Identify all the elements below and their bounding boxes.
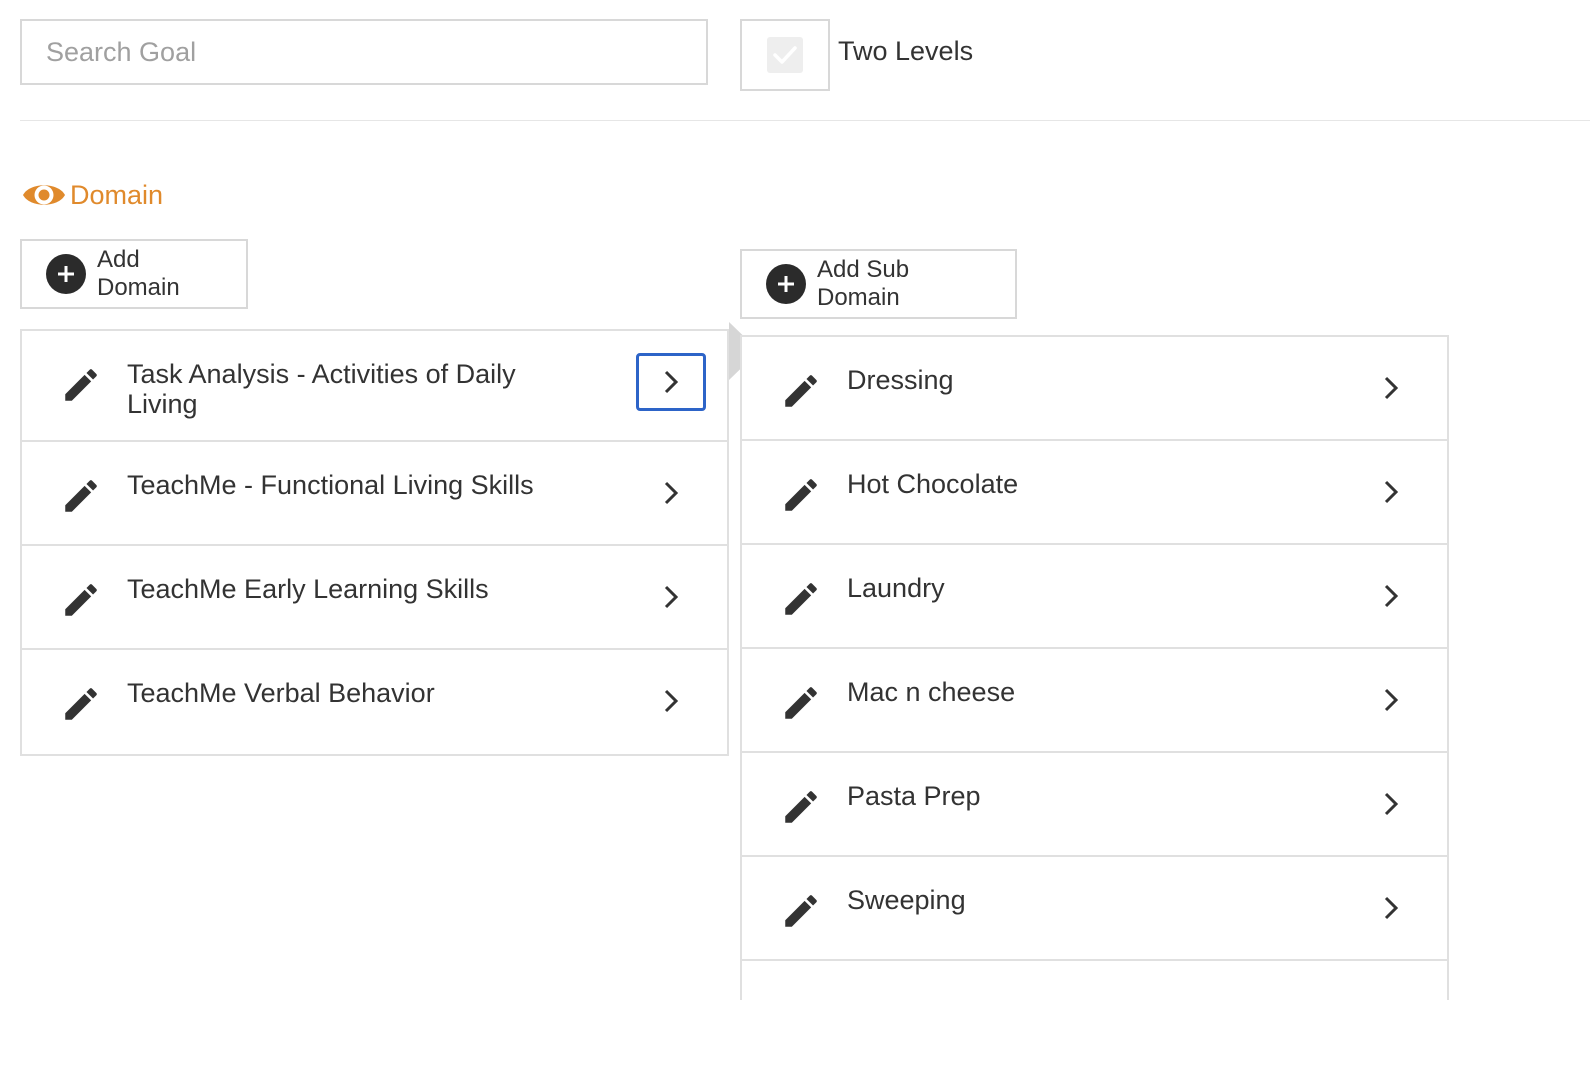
- divider: [20, 120, 1590, 121]
- chevron-right-icon: [664, 481, 679, 505]
- two-levels-label: Two Levels: [838, 36, 974, 66]
- pencil-icon[interactable]: [780, 786, 822, 828]
- chevron-right-icon: [664, 585, 679, 609]
- sub-domain-list: Dressing Hot Chocolate Laundry Mac n che…: [740, 335, 1449, 1000]
- open-domain-button[interactable]: [636, 568, 706, 626]
- open-sub-domain-button[interactable]: [1356, 879, 1426, 937]
- sub-domain-list-item[interactable]: Sweeping: [742, 857, 1447, 961]
- chevron-right-icon: [1384, 792, 1399, 816]
- pencil-icon[interactable]: [780, 578, 822, 620]
- add-domain-button[interactable]: Add Domain: [20, 239, 248, 309]
- domain-list-item[interactable]: TeachMe - Functional Living Skills: [22, 442, 727, 546]
- domain-label: TeachMe - Functional Living Skills: [127, 470, 534, 500]
- chevron-right-icon: [664, 370, 679, 394]
- pencil-icon[interactable]: [780, 474, 822, 516]
- sub-domain-label: Mac n cheese: [847, 677, 1016, 707]
- pencil-icon[interactable]: [780, 370, 822, 412]
- sub-domain-list-item[interactable]: [742, 961, 1447, 1065]
- sub-domain-label: Pasta Prep: [847, 781, 981, 811]
- pencil-icon[interactable]: [60, 683, 102, 725]
- domain-list-item[interactable]: TeachMe Early Learning Skills: [22, 546, 727, 650]
- search-goal-field[interactable]: [20, 19, 708, 85]
- add-sub-domain-button[interactable]: Add Sub Domain: [740, 249, 1017, 319]
- sub-domain-label: Laundry: [847, 573, 945, 603]
- pencil-icon[interactable]: [60, 475, 102, 517]
- eye-icon: [23, 185, 65, 205]
- section-title-label: Domain: [70, 179, 164, 210]
- pencil-icon[interactable]: [60, 364, 102, 406]
- chevron-right-icon: [1384, 584, 1399, 608]
- plus-circle-icon: [766, 264, 806, 304]
- sub-domain-list-item[interactable]: Dressing: [742, 337, 1447, 441]
- sub-domain-list-item[interactable]: Laundry: [742, 545, 1447, 649]
- chevron-right-icon: [1384, 896, 1399, 920]
- pencil-icon[interactable]: [60, 579, 102, 621]
- domain-label: TeachMe Verbal Behavior: [127, 678, 435, 708]
- domain-label: TeachMe Early Learning Skills: [127, 574, 489, 604]
- open-sub-domain-button[interactable]: [1356, 671, 1426, 729]
- open-sub-domain-button[interactable]: [1356, 463, 1426, 521]
- sub-domain-list-item[interactable]: Hot Chocolate: [742, 441, 1447, 545]
- domain-label: Task Analysis - Activities of Daily Livi…: [127, 359, 516, 419]
- sub-domain-label: Hot Chocolate: [847, 469, 1019, 499]
- open-sub-domain-button[interactable]: [1356, 775, 1426, 833]
- sub-domain-label: Sweeping: [847, 885, 966, 915]
- domain-section-title: Domain: [22, 177, 163, 213]
- pencil-icon[interactable]: [780, 682, 822, 724]
- domain-list-item[interactable]: Task Analysis - Activities of Daily Livi…: [22, 331, 727, 442]
- chevron-right-icon: [664, 689, 679, 713]
- open-sub-domain-button[interactable]: [1356, 359, 1426, 417]
- chevron-right-icon: [1384, 376, 1399, 400]
- add-sub-domain-label: Add Sub Domain: [817, 256, 910, 311]
- open-sub-domain-button[interactable]: [1356, 567, 1426, 625]
- sub-domain-list-item[interactable]: Pasta Prep: [742, 753, 1447, 857]
- pencil-icon[interactable]: [780, 890, 822, 932]
- checkmark-icon: [773, 46, 797, 64]
- chevron-right-icon: [1384, 480, 1399, 504]
- two-levels-checkbox[interactable]: [740, 19, 830, 91]
- open-domain-button[interactable]: [636, 672, 706, 730]
- sub-domain-label: Dressing: [847, 365, 954, 395]
- chevron-right-icon: [1384, 688, 1399, 712]
- open-domain-button[interactable]: [636, 464, 706, 522]
- search-goal-input[interactable]: [22, 21, 706, 83]
- plus-circle-icon: [46, 254, 86, 294]
- domain-list-item[interactable]: TeachMe Verbal Behavior: [22, 650, 727, 754]
- checkbox-box: [767, 37, 803, 73]
- add-domain-label: Add Domain: [97, 246, 180, 301]
- open-domain-button[interactable]: [636, 353, 706, 411]
- domain-list: Task Analysis - Activities of Daily Livi…: [20, 329, 729, 756]
- sub-domain-list-item[interactable]: Mac n cheese: [742, 649, 1447, 753]
